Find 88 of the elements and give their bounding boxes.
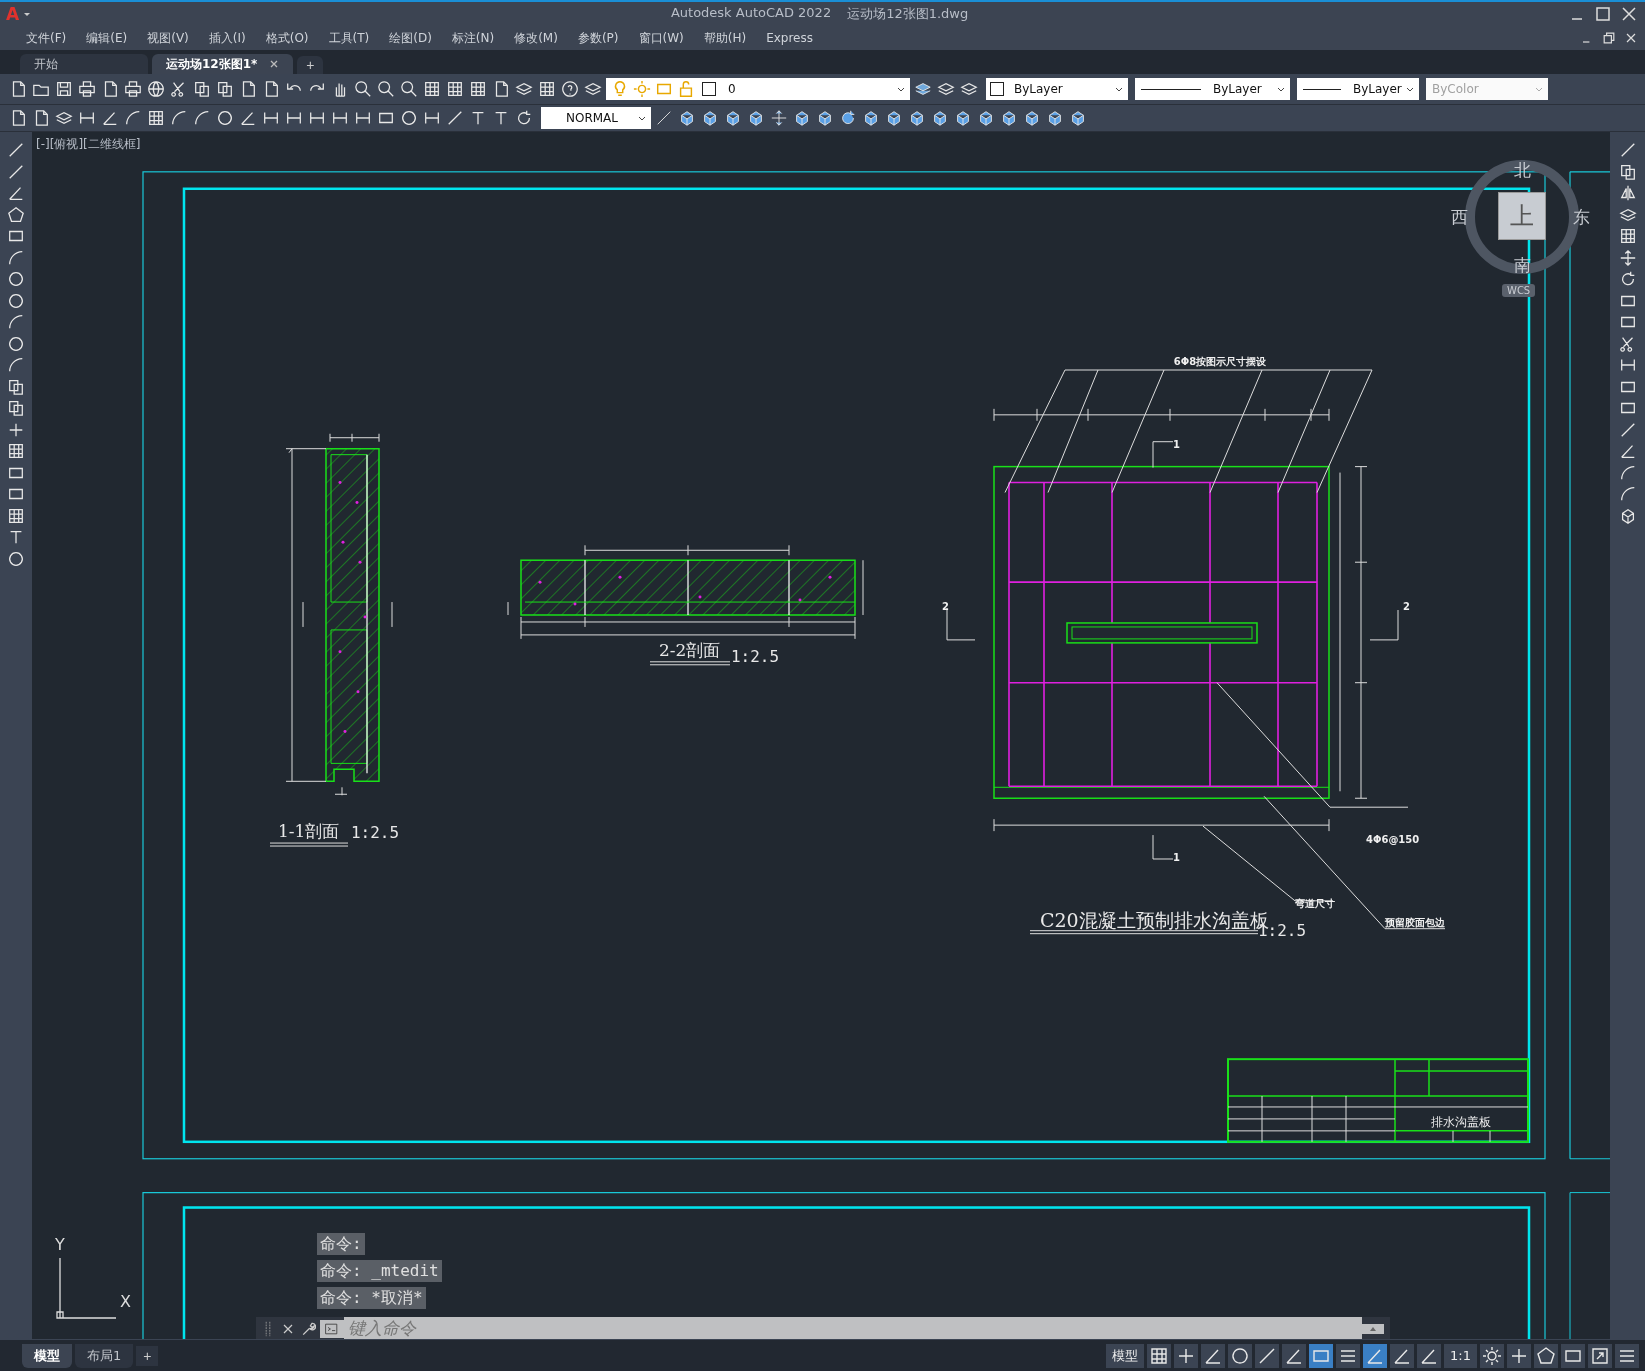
- menu-item[interactable]: 参数(P): [567, 29, 629, 47]
- annotation-text: 6Φ8按图示尺寸摆设: [1173, 356, 1267, 368]
- restore-icon[interactable]: [1601, 30, 1617, 46]
- compass-label[interactable]: 西: [1451, 209, 1468, 226]
- menu-item[interactable]: 帮助(H): [693, 29, 757, 47]
- polygon-icon[interactable]: [6, 204, 26, 225]
- design-center-icon[interactable]: [445, 79, 465, 99]
- customize-menu-icon[interactable]: [1615, 1343, 1639, 1368]
- section-mark: 2: [942, 601, 949, 612]
- globe-icon[interactable]: [146, 79, 166, 99]
- make-block-icon[interactable]: [6, 398, 26, 418]
- lineweight-dropdown[interactable]: ByLayer: [1297, 78, 1419, 100]
- polar-icon[interactable]: [1228, 1343, 1253, 1368]
- plot-icon[interactable]: [123, 79, 143, 99]
- wrench-icon[interactable]: [300, 1320, 316, 1338]
- axis-label: Y: [55, 1235, 65, 1254]
- compass-label[interactable]: 南: [1514, 257, 1531, 274]
- linetype-dropdown[interactable]: ByLayer: [1135, 78, 1290, 100]
- print-icon[interactable]: [77, 79, 97, 99]
- section-title: 2-2剖面: [659, 639, 721, 660]
- plus-icon[interactable]: [1507, 1343, 1531, 1368]
- layout-tab[interactable]: 模型: [22, 1343, 72, 1368]
- command-input[interactable]: 键入命令: [344, 1317, 1362, 1339]
- menu-item[interactable]: 标注(N): [441, 29, 505, 47]
- dimension-style-dropdown[interactable]: NORMAL: [541, 107, 651, 129]
- viewport-label[interactable]: [-][俯视][二维线框]: [36, 136, 141, 153]
- menu-item[interactable]: 插入(I): [198, 29, 256, 47]
- document-tab[interactable]: 运动场12张图1*: [152, 54, 294, 74]
- menu-item[interactable]: 绘图(D): [379, 29, 442, 47]
- viewcube-face[interactable]: 上: [1498, 192, 1546, 240]
- document-tab[interactable]: 开始: [20, 54, 148, 74]
- close-icon[interactable]: [269, 59, 280, 69]
- properties-icon[interactable]: [422, 79, 442, 99]
- wcs-button[interactable]: WCS: [1502, 284, 1536, 297]
- menu-item[interactable]: 格式(O): [255, 29, 319, 47]
- circle-dimension-icon[interactable]: [215, 108, 235, 128]
- annotation-text: 预留胶面包边: [1385, 916, 1446, 928]
- menu-item[interactable]: 窗口(W): [628, 29, 694, 47]
- copy-icon[interactable]: [192, 79, 212, 99]
- compass-label[interactable]: 北: [1514, 162, 1531, 179]
- hatch-icon[interactable]: [6, 441, 26, 461]
- drawing-name: 排水沟盖板: [1430, 1114, 1492, 1129]
- zoom-window-icon[interactable]: [376, 79, 396, 99]
- color-dropdown[interactable]: ByLayer: [986, 78, 1128, 100]
- workspace-gear-icon[interactable]: [1480, 1343, 1504, 1368]
- ortho-icon[interactable]: [1201, 1343, 1226, 1368]
- file-name: 运动场12张图1.dwg: [847, 5, 969, 23]
- maximize-icon[interactable]: [1593, 4, 1613, 24]
- menu-item[interactable]: 修改(M): [504, 29, 568, 47]
- command-prompt-icon[interactable]: [320, 1320, 344, 1338]
- add-layout-button[interactable]: +: [136, 1345, 159, 1366]
- menu-item[interactable]: Express: [756, 31, 823, 45]
- menu-item[interactable]: 编辑(E): [76, 29, 138, 47]
- section-mark: 2: [1403, 601, 1410, 612]
- tool-palette-icon[interactable]: [468, 79, 488, 99]
- section-mark: 1: [1173, 438, 1180, 450]
- menu-item[interactable]: 文件(F): [16, 29, 77, 47]
- zoom-icon[interactable]: [353, 79, 373, 99]
- model-space-button[interactable]: 模型: [1106, 1343, 1145, 1368]
- help-icon[interactable]: [560, 79, 580, 99]
- menu-item[interactable]: 视图(V): [137, 29, 199, 47]
- annotation-text: 弯道尺寸: [1295, 897, 1336, 909]
- paste-icon[interactable]: [215, 79, 235, 99]
- new-tab-button[interactable]: +: [297, 56, 324, 74]
- osnap-icon[interactable]: [1309, 1343, 1334, 1368]
- grid-icon[interactable]: [1147, 1343, 1172, 1368]
- zoom-previous-icon[interactable]: [399, 79, 419, 99]
- save-icon[interactable]: [54, 79, 74, 99]
- sun-icon: [632, 79, 652, 99]
- clean-screen-icon[interactable]: [1588, 1343, 1612, 1368]
- annotation-text: 4Φ6@150: [1366, 834, 1420, 846]
- section-mark: 1: [1173, 852, 1180, 863]
- layer-dropdown[interactable]: 0: [606, 78, 910, 100]
- center-mark-icon[interactable]: [399, 108, 419, 128]
- scale-label: 1:2.5: [731, 646, 780, 666]
- calculator-icon[interactable]: [537, 79, 557, 99]
- app-title: Autodesk AutoCAD 2022: [670, 5, 832, 22]
- caret-icon[interactable]: [1362, 1324, 1384, 1334]
- scale-button[interactable]: 1:1: [1444, 1343, 1477, 1368]
- axis-label: X: [120, 1292, 131, 1311]
- ordinate-icon[interactable]: [146, 108, 166, 128]
- section-title: 1-1剖面: [278, 821, 340, 842]
- menu-item[interactable]: 工具(T): [318, 29, 380, 47]
- scale-label: 1:2.5: [351, 823, 400, 843]
- isodraft-icon[interactable]: [1255, 1343, 1280, 1368]
- layout-tab[interactable]: 布局1: [75, 1343, 134, 1368]
- compass-label[interactable]: 东: [1573, 209, 1590, 226]
- snap-icon[interactable]: [1174, 1343, 1199, 1368]
